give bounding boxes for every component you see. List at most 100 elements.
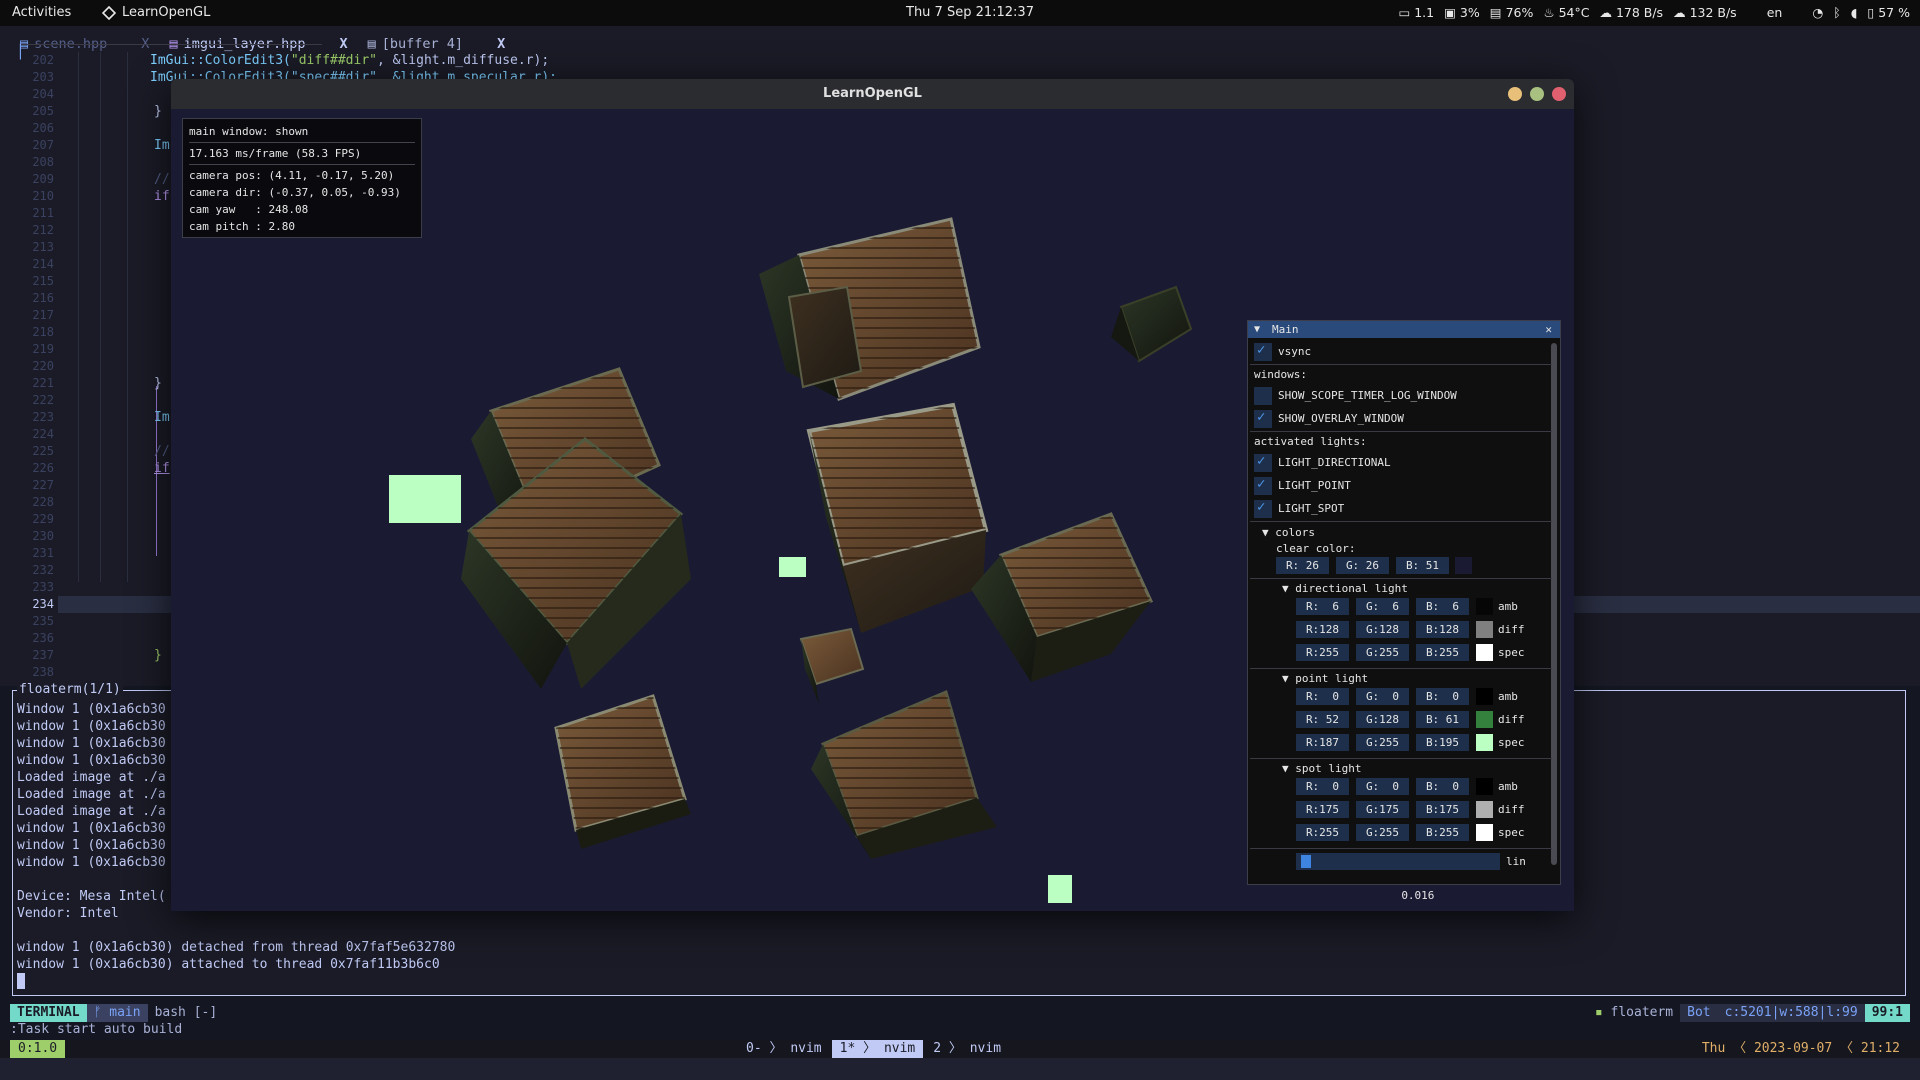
dir-amb-b-field[interactable]: B: 6 bbox=[1416, 598, 1469, 615]
learnopengl-window[interactable]: LearnOpenGL main window: shown 17.163 ms… bbox=[171, 79, 1574, 911]
clear-color-swatch[interactable] bbox=[1455, 557, 1472, 574]
tmux-datetime: Thu 〈 2023-09-07 〈 21:12 bbox=[1701, 1041, 1900, 1056]
dir-diff-b-field[interactable]: B:128 bbox=[1416, 621, 1469, 638]
close-button[interactable] bbox=[1552, 87, 1566, 101]
download-indicator: ☁ 178 B/s bbox=[1599, 5, 1664, 20]
volume-icon: ◖ bbox=[1850, 5, 1858, 20]
spot-amb-swatch[interactable] bbox=[1476, 778, 1493, 795]
monitor-icon: ▭ bbox=[1398, 5, 1411, 20]
tmux-window-list[interactable]: 0- 〉 nvim 1* 〉 nvim 2 〉 nvim bbox=[746, 1040, 1001, 1058]
activities-button[interactable]: Activities bbox=[12, 5, 71, 20]
show-scope-timer-checkbox[interactable] bbox=[1254, 387, 1272, 405]
show-overlay-checkbox[interactable] bbox=[1254, 409, 1272, 428]
spot-amb-g-field[interactable]: G: 0 bbox=[1356, 778, 1409, 795]
slider-grab[interactable] bbox=[1301, 855, 1311, 868]
spot-spec-g-field[interactable]: G:255 bbox=[1356, 824, 1409, 841]
line-number: 203 bbox=[32, 70, 54, 84]
panel-scrollbar[interactable] bbox=[1551, 343, 1557, 865]
floaterm-title: floaterm(1/1) bbox=[17, 682, 123, 697]
tmux-session: 0:1.0 bbox=[10, 1040, 66, 1058]
line-number: 237 bbox=[32, 648, 54, 662]
line-number: 215 bbox=[32, 274, 54, 288]
collapse-arrow-icon[interactable]: ▼ bbox=[1254, 321, 1260, 338]
clear-g-field[interactable]: G: 26 bbox=[1336, 557, 1389, 574]
dir-spec-b-field[interactable]: B:255 bbox=[1416, 644, 1469, 661]
line-number: 207 bbox=[32, 138, 54, 152]
spot-spec-b-field[interactable]: B:255 bbox=[1416, 824, 1469, 841]
spot-amb-b-field[interactable]: B: 0 bbox=[1416, 778, 1469, 795]
spot-diff-b-field[interactable]: B:175 bbox=[1416, 801, 1469, 818]
close-icon[interactable]: ✕ bbox=[1545, 321, 1552, 338]
dir-diff-r-field[interactable]: R:128 bbox=[1296, 621, 1349, 638]
dir-spec-swatch[interactable] bbox=[1476, 644, 1493, 661]
clear-color-label: clear color: bbox=[1276, 542, 1356, 555]
point-light-tree-node[interactable]: ▼ point light bbox=[1282, 670, 1368, 688]
point-diff-g-field[interactable]: G:128 bbox=[1356, 711, 1409, 728]
dir-amb-g-field[interactable]: G: 6 bbox=[1356, 598, 1409, 615]
line-number: 233 bbox=[32, 580, 54, 594]
close-tab-icon[interactable]: X bbox=[340, 36, 348, 52]
spot-diff-r-field[interactable]: R:175 bbox=[1296, 801, 1349, 818]
point-diff-swatch[interactable] bbox=[1476, 711, 1493, 728]
line-number: 204 bbox=[32, 87, 54, 101]
git-branch: ᚠ main bbox=[86, 1004, 148, 1022]
line-number: 236 bbox=[32, 631, 54, 645]
spot-diff-swatch[interactable] bbox=[1476, 801, 1493, 818]
minimize-button[interactable] bbox=[1508, 87, 1522, 101]
clear-b-field[interactable]: B: 51 bbox=[1396, 557, 1449, 574]
spot-spec-r-field[interactable]: R:255 bbox=[1296, 824, 1349, 841]
line-number-gutter: 202 203 204 205 206 207 208 209 210 211 212 213 214 2… bbox=[10, 52, 58, 681]
dir-diff-swatch[interactable] bbox=[1476, 621, 1493, 638]
tab-buffer-4[interactable]: ▤ [buffer 4] X bbox=[358, 34, 516, 54]
point-spec-g-field[interactable]: G:255 bbox=[1356, 734, 1409, 751]
line-number: 238 bbox=[32, 665, 54, 679]
maximize-button[interactable] bbox=[1530, 87, 1544, 101]
dir-diff-g-field[interactable]: G:128 bbox=[1356, 621, 1409, 638]
directional-light-tree-node[interactable]: ▼ directional light bbox=[1282, 580, 1408, 598]
stats-overlay[interactable]: main window: shown 17.163 ms/frame (58.3… bbox=[182, 118, 422, 238]
line-number: 224 bbox=[32, 427, 54, 441]
app-name: LearnOpenGL bbox=[122, 5, 211, 20]
git-branch-icon: ᚠ bbox=[93, 1005, 102, 1020]
dir-spec-g-field[interactable]: G:255 bbox=[1356, 644, 1409, 661]
dir-spec-r-field[interactable]: R:255 bbox=[1296, 644, 1349, 661]
point-spec-r-field[interactable]: R:187 bbox=[1296, 734, 1349, 751]
system-tray[interactable]: ▭ 1.1 ▣ 3% ▤ 76% ♨ 54°C ☁ 178 B/s ☁ 132 … bbox=[1398, 5, 1910, 20]
point-amb-b-field[interactable]: B: 0 bbox=[1416, 688, 1469, 705]
imgui-main-panel[interactable]: ▼ Main ✕ vsync windows: SHOW_SCOPE_TIMER… bbox=[1247, 320, 1561, 902]
tmux-window-2: 2 〉 nvim bbox=[933, 1041, 1002, 1056]
tab-imgui-layer-hpp[interactable]: ▤ imgui_layer.hpp X ▏ bbox=[20, 34, 357, 60]
dir-spec-label: spec bbox=[1498, 646, 1525, 659]
tmux-window-0: 0- 〉 nvim bbox=[746, 1041, 822, 1056]
close-tab-icon[interactable]: X bbox=[497, 36, 505, 52]
app-menu[interactable]: LearnOpenGL bbox=[102, 5, 210, 20]
spot-light-tree-node[interactable]: ▼ spot light bbox=[1282, 760, 1361, 778]
light-spot-checkbox[interactable] bbox=[1254, 499, 1272, 518]
point-amb-r-field[interactable]: R: 0 bbox=[1296, 688, 1349, 705]
point-spec-swatch[interactable] bbox=[1476, 734, 1493, 751]
spot-amb-r-field[interactable]: R: 0 bbox=[1296, 778, 1349, 795]
window-titlebar[interactable]: LearnOpenGL bbox=[171, 79, 1574, 109]
vsync-checkbox[interactable] bbox=[1254, 342, 1272, 361]
line-number: 231 bbox=[32, 546, 54, 560]
spot-diff-g-field[interactable]: G:175 bbox=[1356, 801, 1409, 818]
light-cube bbox=[779, 557, 806, 577]
clear-r-field[interactable]: R: 26 bbox=[1276, 557, 1329, 574]
linear-attenuation-slider[interactable]: 0.016 bbox=[1296, 853, 1500, 902]
spot-spec-swatch[interactable] bbox=[1476, 824, 1493, 841]
point-spec-b-field[interactable]: B:195 bbox=[1416, 734, 1469, 751]
point-amb-g-field[interactable]: G: 0 bbox=[1356, 688, 1409, 705]
clock[interactable]: Thu 7 Sep 21:12:37 bbox=[906, 5, 1034, 20]
light-point-checkbox[interactable] bbox=[1254, 476, 1272, 495]
dir-amb-swatch[interactable] bbox=[1476, 598, 1493, 615]
dir-amb-r-field[interactable]: R: 6 bbox=[1296, 598, 1349, 615]
panel-titlebar[interactable]: ▼ Main ✕ bbox=[1248, 321, 1560, 338]
point-diff-b-field[interactable]: B: 61 bbox=[1416, 711, 1469, 728]
command-line[interactable]: :Task start auto build bbox=[10, 1022, 182, 1037]
light-directional-checkbox[interactable] bbox=[1254, 453, 1272, 472]
line-number: 232 bbox=[32, 563, 54, 577]
point-amb-swatch[interactable] bbox=[1476, 688, 1493, 705]
point-diff-label: diff bbox=[1498, 713, 1525, 726]
point-diff-r-field[interactable]: R: 52 bbox=[1296, 711, 1349, 728]
overlay-cam-pitch: cam pitch : 2.80 bbox=[189, 220, 295, 233]
